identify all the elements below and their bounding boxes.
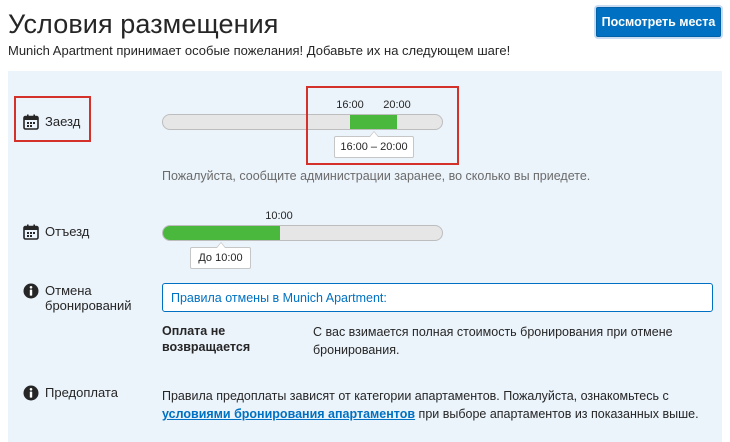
checkin-time-bar (162, 114, 443, 130)
checkin-start-tick: 16:00 (336, 99, 364, 111)
checkout-label: Отъезд (23, 224, 89, 240)
checkout-range-tooltip: До 10:00 (190, 242, 251, 269)
page-title: Условия размещения (8, 9, 279, 39)
checkout-label-text: Отъезд (45, 224, 90, 239)
cancellation-label-text: Отмена бронирований (45, 283, 132, 313)
info-icon (23, 385, 39, 401)
booking-conditions-link[interactable]: условиями бронирования апартаментов (162, 407, 415, 421)
calendar-icon (23, 224, 39, 240)
page-subtitle: Munich Apartment принимает особые пожела… (8, 43, 511, 58)
checkout-time-range-fill (163, 226, 280, 240)
prepayment-label: Предоплата (23, 385, 118, 401)
cancellation-policy-box: Правила отмены в Munich Apartment: (162, 283, 713, 312)
checkin-label: Заезд (23, 114, 80, 130)
checkin-note: Пожалуйста, сообщите администрации заран… (162, 169, 591, 183)
prepayment-description: Правила предоплаты зависят от категории … (162, 387, 707, 423)
cancellation-policy-title: Правила отмены в Munich Apartment: (171, 291, 387, 305)
checkin-label-text: Заезд (45, 114, 81, 129)
see-availability-button[interactable]: Посмотреть места (596, 7, 721, 37)
prepayment-text-before: Правила предоплаты зависят от категории … (162, 389, 669, 403)
cancellation-label: Отмена бронирований (23, 283, 140, 313)
info-icon (23, 283, 39, 299)
prepayment-text-after: при выборе апартаментов из показанных вы… (415, 407, 699, 421)
checkout-time-bar (162, 225, 443, 241)
checkin-time-range-fill (350, 115, 397, 129)
cancellation-term: Оплата не возвращается (162, 324, 251, 354)
cancellation-description: С вас взимается полная стоимость брониро… (313, 325, 673, 357)
calendar-icon (23, 114, 39, 130)
prepayment-label-text: Предоплата (45, 385, 118, 400)
checkin-end-tick: 20:00 (383, 99, 411, 111)
checkin-range-tooltip: 16:00 – 20:00 (334, 131, 414, 158)
checkout-time-tick: 10:00 (265, 210, 293, 222)
